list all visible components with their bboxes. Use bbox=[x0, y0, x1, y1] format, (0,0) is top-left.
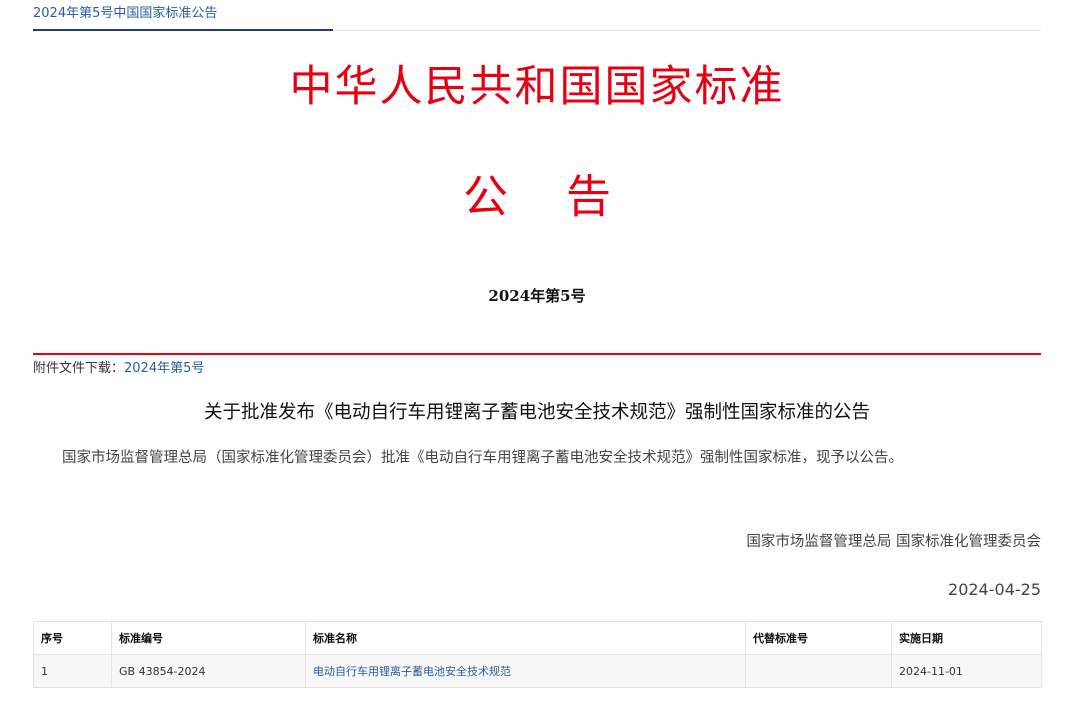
column-header-effective-date: 实施日期 bbox=[891, 621, 1042, 655]
standard-name-link[interactable]: 电动自行车用锂离子蓄电池安全技术规范 bbox=[305, 654, 746, 688]
tab-announcement[interactable]: 2024年第5号中国国家标准公告 bbox=[33, 2, 217, 21]
attachment-download: 附件文件下载：2024年第5号 bbox=[33, 357, 204, 376]
issue-number: 2024年第5号 bbox=[488, 287, 586, 305]
active-tab-indicator bbox=[33, 29, 333, 31]
attachment-label: 附件文件下载： bbox=[33, 361, 125, 376]
cell-code: GB 43854-2024 bbox=[111, 654, 306, 688]
cell-replaces bbox=[745, 654, 892, 688]
column-header-name: 标准名称 bbox=[305, 621, 746, 655]
notice-char-2: 告 bbox=[566, 170, 612, 223]
standards-table: 序号 标准编号 标准名称 代替标准号 实施日期 1 GB 43854-2024 … bbox=[33, 621, 1042, 688]
column-header-index: 序号 bbox=[33, 621, 112, 655]
notice-char-1: 公 bbox=[462, 170, 508, 223]
page-container: 2024年第5号中国国家标准公告 中华人民共和国国家标准 公告 2024年第5号… bbox=[33, 0, 1042, 688]
notice-title: 关于批准发布《电动自行车用锂离子蓄电池安全技术规范》强制性国家标准的公告 bbox=[203, 402, 870, 423]
column-header-replaces: 代替标准号 bbox=[745, 621, 892, 655]
column-header-code: 标准编号 bbox=[111, 621, 306, 655]
notice-date: 2024-04-25 bbox=[948, 580, 1041, 599]
notice-body: 国家市场监督管理总局（国家标准化管理委员会）批准《电动自行车用锂离子蓄电池安全技… bbox=[62, 450, 903, 466]
header-notice: 公告 bbox=[33, 160, 1041, 225]
top-tab-bar: 2024年第5号中国国家标准公告 bbox=[33, 0, 1041, 31]
notice-signatory: 国家市场监督管理总局 国家标准化管理委员会 bbox=[746, 534, 1041, 550]
cell-effective-date: 2024-11-01 bbox=[891, 654, 1042, 688]
table-header-row: 序号 标准编号 标准名称 代替标准号 实施日期 bbox=[33, 621, 1042, 655]
attachment-link[interactable]: 2024年第5号 bbox=[124, 361, 204, 376]
red-divider bbox=[33, 353, 1041, 355]
cell-index: 1 bbox=[33, 654, 112, 688]
table-row: 1 GB 43854-2024 电动自行车用锂离子蓄电池安全技术规范 2024-… bbox=[33, 654, 1042, 688]
header-title: 中华人民共和国国家标准 bbox=[289, 62, 785, 112]
